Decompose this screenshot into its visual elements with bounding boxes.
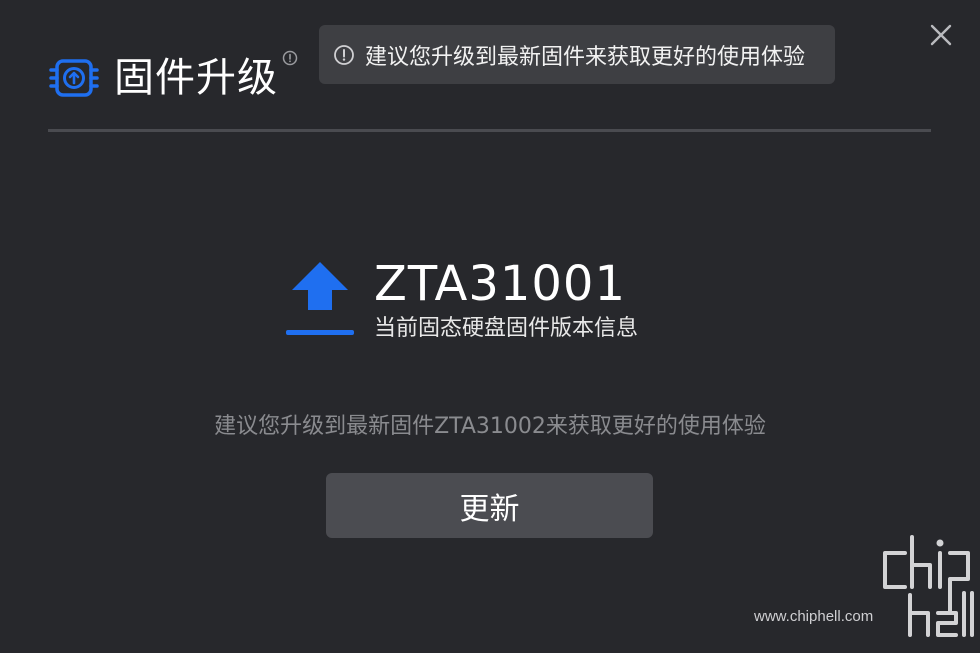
update-button[interactable]: 更新 [326,473,653,538]
firmware-info: ZTA31001 当前固态硬盘固件版本信息 [284,252,704,352]
watermark-url: www.chiphell.com [754,608,874,625]
dialog-title: 固件升级 [114,55,278,101]
header-divider [48,129,931,132]
upload-arrow-icon [284,260,356,340]
upgrade-suggestion: 建议您升级到最新固件ZTA31002来获取更好的使用体验 [214,414,766,439]
dialog-header: 固件升级 [48,48,298,108]
firmware-upgrade-dialog: 固件升级 建议您升级到最新固件来获取更好的使用体验 ZTA31001 当前固态硬… [0,0,980,653]
upgrade-tooltip: 建议您升级到最新固件来获取更好的使用体验 [319,25,835,84]
title-info-icon[interactable] [282,50,298,66]
chiphell-logo [883,535,974,637]
close-button[interactable] [924,18,958,52]
close-icon [930,24,952,46]
firmware-version-caption: 当前固态硬盘固件版本信息 [374,316,639,341]
tooltip-text: 建议您升级到最新固件来获取更好的使用体验 [365,44,806,70]
chip-upload-icon [48,52,100,104]
current-firmware-version: ZTA31001 [374,256,627,312]
info-circle-icon [333,44,355,66]
